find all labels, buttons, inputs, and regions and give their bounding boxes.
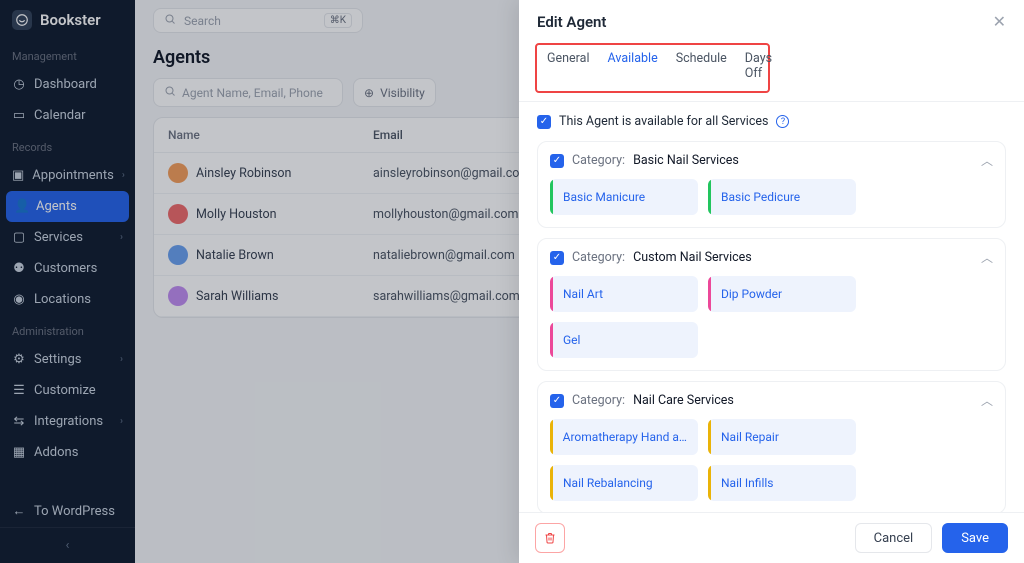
drawer-title: Edit Agent: [537, 13, 606, 31]
category-prefix: Category:: [572, 153, 625, 168]
service-name: Nail Infills: [711, 476, 783, 490]
category-header[interactable]: ✓ Category: Custom Nail Services ︿: [538, 239, 1005, 276]
category-checkbox[interactable]: ✓: [550, 394, 564, 408]
category-checkbox[interactable]: ✓: [550, 154, 564, 168]
category: ✓ Category: Custom Nail Services ︿ Nail Art…: [537, 238, 1006, 371]
info-icon[interactable]: ?: [776, 115, 789, 128]
category: ✓ Category: Basic Nail Services ︿ Basic Man…: [537, 141, 1006, 228]
category-name: Basic Nail Services: [633, 153, 739, 168]
chevron-up-icon: ︿: [981, 392, 993, 409]
all-services-checkbox[interactable]: ✓: [537, 115, 551, 129]
service-pill[interactable]: Nail Art: [550, 276, 698, 312]
category-name: Custom Nail Services: [633, 250, 752, 265]
service-pill[interactable]: Nail Infills: [708, 465, 856, 501]
category: ✓ Category: Nail Care Services ︿ Aromathera…: [537, 381, 1006, 512]
category-header[interactable]: ✓ Category: Nail Care Services ︿: [538, 382, 1005, 419]
service-name: Nail Art: [553, 287, 613, 301]
close-icon[interactable]: ✕: [993, 12, 1006, 31]
chevron-up-icon: ︿: [981, 249, 993, 266]
tab-schedule[interactable]: Schedule: [676, 51, 727, 83]
service-pill[interactable]: Dip Powder: [708, 276, 856, 312]
service-name: Nail Repair: [711, 430, 789, 444]
service-name: Gel: [553, 333, 590, 347]
tab-available[interactable]: Available: [608, 51, 658, 83]
category-prefix: Category:: [572, 250, 625, 265]
category-checkbox[interactable]: ✓: [550, 251, 564, 265]
delete-button[interactable]: [535, 523, 565, 553]
save-button[interactable]: Save: [942, 523, 1008, 553]
edit-agent-drawer: Edit Agent ✕ General Available Schedule Day…: [519, 0, 1024, 563]
service-pill[interactable]: Nail Rebalancing: [550, 465, 698, 501]
service-pill[interactable]: Aromatherapy Hand and ...: [550, 419, 698, 455]
service-name: Basic Manicure: [553, 190, 655, 204]
service-name: Nail Rebalancing: [553, 476, 663, 490]
category-header[interactable]: ✓ Category: Basic Nail Services ︿: [538, 142, 1005, 179]
category-prefix: Category:: [572, 393, 625, 408]
all-services-label: This Agent is available for all Services: [559, 114, 768, 129]
service-pill[interactable]: Nail Repair: [708, 419, 856, 455]
service-name: Dip Powder: [711, 287, 792, 301]
tab-general[interactable]: General: [547, 51, 590, 83]
trash-icon: [544, 532, 556, 544]
service-name: Aromatherapy Hand and ...: [553, 430, 698, 444]
service-pill[interactable]: Basic Pedicure: [708, 179, 856, 215]
tab-days-off[interactable]: Days Off: [745, 51, 772, 83]
service-name: Basic Pedicure: [711, 190, 810, 204]
drawer-tabs: General Available Schedule Days Off: [535, 43, 770, 93]
category-name: Nail Care Services: [633, 393, 734, 408]
service-pill[interactable]: Gel: [550, 322, 698, 358]
all-services-row[interactable]: ✓ This Agent is available for all Servic…: [537, 114, 1006, 129]
cancel-button[interactable]: Cancel: [855, 523, 933, 553]
chevron-up-icon: ︿: [981, 152, 993, 169]
service-pill[interactable]: Basic Manicure: [550, 179, 698, 215]
